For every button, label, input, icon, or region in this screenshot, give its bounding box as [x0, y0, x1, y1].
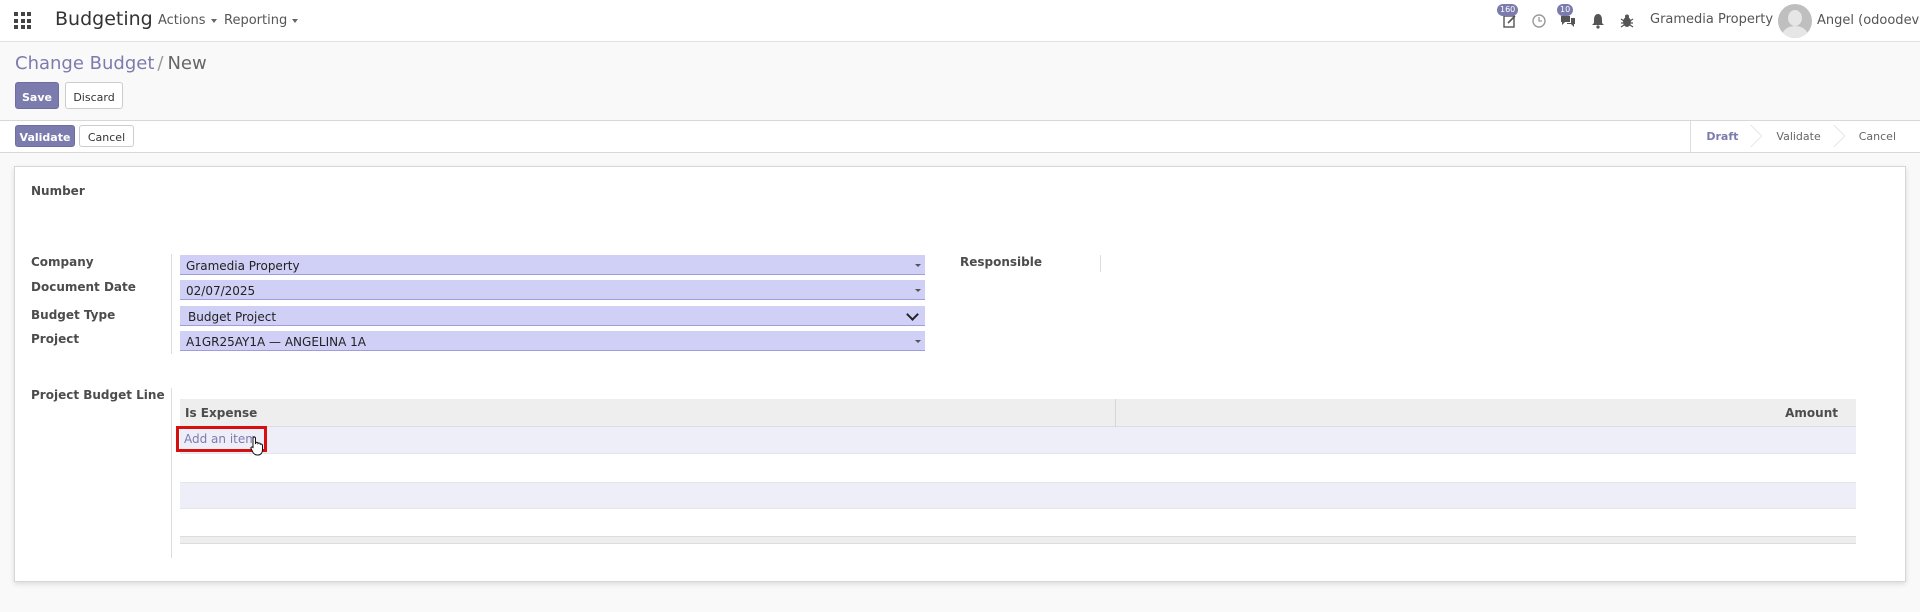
field-divider — [171, 254, 172, 354]
top-navbar: Budgeting Actions Reporting 160 10 Grame… — [0, 0, 1920, 42]
column-is-expense[interactable]: Is Expense — [185, 406, 257, 420]
table-row — [180, 454, 1856, 482]
menu-reporting-label: Reporting — [224, 13, 288, 28]
project-field[interactable]: A1GR25AY1A — ANGELINA 1A — [180, 331, 925, 351]
project-value: A1GR25AY1A — ANGELINA 1A — [186, 335, 366, 349]
apps-grid-icon[interactable] — [14, 12, 31, 29]
status-step-label: Draft — [1706, 130, 1739, 143]
discard-button[interactable]: Discard — [65, 82, 123, 109]
status-step-cancel[interactable]: Cancel — [1837, 121, 1912, 152]
table-header: Is Expense Amount — [180, 399, 1856, 427]
validate-button[interactable]: Validate — [15, 125, 75, 147]
cancel-button[interactable]: Cancel — [79, 125, 134, 147]
company-name: Gramedia Property — [1650, 12, 1774, 27]
messages-badge: 10 — [1557, 4, 1574, 16]
document-date-value: 02/07/2025 — [186, 284, 256, 298]
status-step-draft[interactable]: Draft — [1691, 121, 1763, 152]
budget-type-select[interactable]: Budget Project — [180, 306, 925, 326]
company-label: Company — [31, 255, 94, 269]
status-step-label: Cancel — [1858, 130, 1896, 143]
menu-reporting[interactable]: Reporting — [224, 13, 299, 28]
project-label: Project — [31, 332, 80, 346]
document-date-field[interactable]: 02/07/2025 — [180, 280, 925, 300]
document-date-label: Document Date — [31, 280, 136, 294]
budget-line-divider — [171, 388, 172, 558]
breadcrumb-parent[interactable]: Change Budget — [15, 53, 154, 74]
responsible-label: Responsible — [960, 255, 1042, 269]
add-item-link[interactable]: Add an item — [184, 432, 257, 446]
responsible-field[interactable] — [1108, 255, 1308, 273]
caret-down-icon — [292, 18, 299, 23]
bug-icon[interactable] — [1619, 13, 1635, 29]
status-steps: Draft Validate Cancel — [1690, 121, 1912, 152]
clock-icon[interactable] — [1531, 13, 1547, 29]
bell-icon[interactable] — [1590, 13, 1606, 29]
statusbar: Validate Cancel Draft Validate Cancel — [0, 120, 1920, 153]
app-title[interactable]: Budgeting — [55, 8, 153, 30]
caret-down-icon — [210, 18, 217, 23]
status-step-label: Validate — [1776, 130, 1821, 143]
status-step-validate[interactable]: Validate — [1754, 121, 1845, 152]
column-amount[interactable]: Amount — [1785, 406, 1838, 420]
company-field[interactable]: Gramedia Property — [180, 255, 925, 275]
project-budget-line-label: Project Budget Line — [31, 388, 165, 402]
number-label: Number — [31, 184, 85, 198]
dropdown-caret-icon — [915, 340, 921, 343]
breadcrumb: Change Budget / New — [15, 53, 207, 74]
user-avatar[interactable] — [1778, 4, 1812, 38]
budget-type-label: Budget Type — [31, 308, 116, 322]
user-name[interactable]: Angel (odoodev6) — [1817, 13, 1920, 28]
menu-actions[interactable]: Actions — [158, 13, 217, 28]
save-button[interactable]: Save — [15, 82, 59, 109]
company-switcher[interactable]: Gramedia Property — [1650, 12, 1785, 27]
responsible-divider — [1100, 255, 1101, 272]
breadcrumb-separator: / — [157, 53, 164, 74]
dropdown-caret-icon — [915, 289, 921, 292]
dropdown-caret-icon — [915, 264, 921, 267]
add-item-row: Add an item — [180, 427, 1856, 454]
menu-actions-label: Actions — [158, 13, 206, 28]
company-value: Gramedia Property — [186, 259, 300, 273]
activity-badge: 160 — [1497, 4, 1519, 16]
hand-cursor-icon — [250, 436, 263, 456]
table-row — [180, 482, 1856, 509]
breadcrumb-current: New — [167, 53, 207, 74]
table-row — [180, 509, 1856, 536]
chevron-down-icon — [906, 308, 919, 321]
budget-type-value: Budget Project — [188, 310, 277, 324]
table-footer — [180, 536, 1856, 544]
